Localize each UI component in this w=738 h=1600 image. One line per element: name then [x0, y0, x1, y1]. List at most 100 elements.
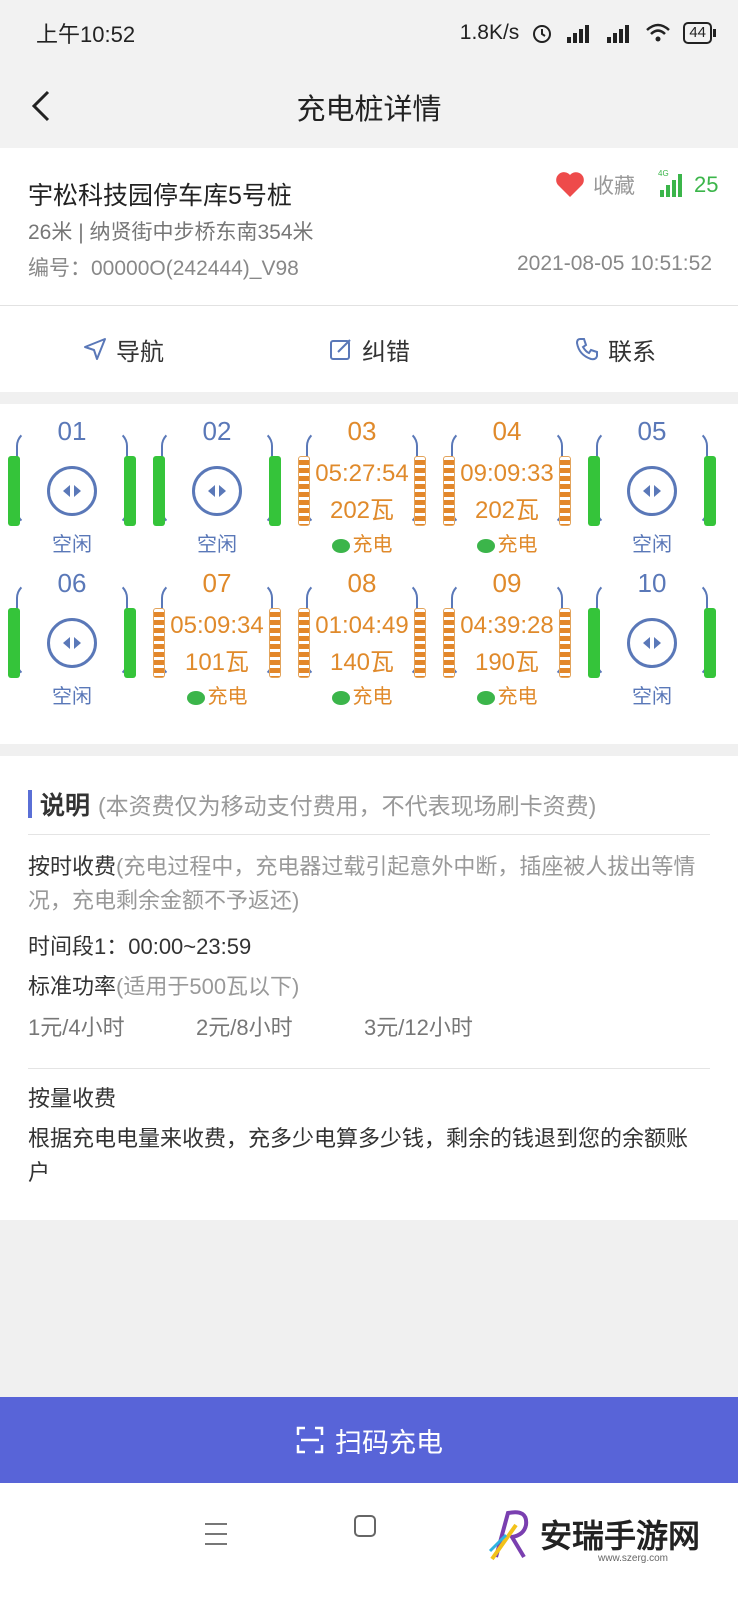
station-signal: 4G 25: [658, 168, 718, 198]
pile-03[interactable]: 03 05:27:54 202瓦 充电: [292, 404, 432, 556]
pile-06[interactable]: 06 空闲: [2, 556, 142, 708]
charging-piles-grid: 01 空闲 02 空闲 03 05:27:54 202瓦 充电 04 09:09…: [0, 404, 738, 744]
pile-number: 04: [492, 416, 522, 446]
pile-status: 空闲: [632, 686, 672, 708]
energy-billing-title: 按量收费: [28, 1086, 117, 1111]
pile-number: 03: [347, 416, 377, 446]
socket-icon: [47, 618, 97, 668]
pile-indicator-right: [124, 456, 136, 526]
pile-status: 空闲: [52, 686, 92, 708]
pile-charge-time: 09:09:33: [460, 460, 554, 487]
pile-power: 101瓦: [184, 649, 250, 676]
contact-label: 联系: [608, 338, 656, 366]
pile-number: 08: [347, 568, 377, 598]
watermark-logo-icon: [488, 1510, 529, 1561]
station-datetime: 2021-08-05 10:51:52: [517, 252, 712, 275]
pile-04[interactable]: 04 09:09:33 202瓦 充电: [437, 404, 577, 556]
price-list: 1元/4小时 2元/8小时 3元/12小时: [28, 1010, 532, 1042]
socket-icon: [47, 466, 97, 516]
pile-status: 充电: [352, 534, 393, 556]
pile-charge-time: 01:04:49: [315, 612, 409, 639]
pile-status: 空闲: [52, 534, 92, 556]
pile-power: 140瓦: [329, 649, 395, 676]
standard-power-note: (适用于500瓦以下): [116, 974, 300, 999]
system-navigation-bar: 安瑞手游网 www.szerg.com: [0, 1483, 738, 1600]
pile-indicator-right: [269, 456, 281, 526]
pile-charge-time: 04:39:28: [460, 612, 554, 639]
navigation-arrow-icon: [84, 338, 106, 360]
pile-indicator-left: [153, 456, 165, 526]
wechat-icon: [476, 690, 495, 705]
price-item: 2元/8小时: [196, 1015, 293, 1040]
pile-indicator-left: [8, 456, 20, 526]
price-item: 1元/4小时: [28, 1015, 125, 1040]
description-title: 说明: [40, 792, 91, 820]
time-period: 时间段1：00:00~23:59: [28, 934, 252, 959]
favorite-label: 收藏: [593, 175, 635, 198]
description-header: 说明 (本资费仅为移动支付费用，不代表现场刷卡资费): [28, 786, 596, 822]
scan-charge-button[interactable]: 扫码充电: [0, 1397, 738, 1483]
price-item: 3元/12小时: [364, 1015, 473, 1040]
pile-number: 09: [492, 568, 522, 598]
watermark: 安瑞手游网 www.szerg.com: [488, 1505, 701, 1564]
pile-05[interactable]: 05 空闲: [582, 404, 722, 556]
svg-text:4G: 4G: [658, 169, 669, 178]
home-square-icon[interactable]: [354, 1515, 376, 1537]
pile-number: 05: [637, 416, 667, 446]
pricing-description: 说明 (本资费仅为移动支付费用，不代表现场刷卡资费) 按时收费(充电过程中，充电…: [0, 756, 738, 1220]
top-nav-bar: 充电桩详情: [0, 66, 738, 148]
cell-signal-icon-2: [607, 25, 630, 43]
standard-power-title: 标准功率: [28, 974, 117, 999]
pile-status-wrap: 充电: [437, 680, 577, 709]
pile-indicator-right: [124, 608, 136, 678]
wechat-icon: [331, 538, 350, 553]
wifi-icon: [646, 23, 671, 42]
pile-status: 充电: [497, 686, 538, 708]
pile-indicator-right: [704, 608, 716, 678]
wechat-icon: [186, 690, 205, 705]
navigate-label: 导航: [116, 338, 164, 366]
pile-10[interactable]: 10 空闲: [582, 556, 722, 708]
pile-number: 10: [637, 568, 667, 598]
pile-status: 充电: [207, 686, 248, 708]
pile-07[interactable]: 07 05:09:34 101瓦 充电: [147, 556, 287, 708]
watermark-url: www.szerg.com: [598, 1553, 669, 1564]
pile-01[interactable]: 01 空闲: [2, 404, 142, 556]
watermark-brand: 安瑞手游网: [540, 1517, 701, 1555]
pile-08[interactable]: 08 01:04:49 140瓦 充电: [292, 556, 432, 708]
timed-billing-note: (充电过程中，充电器过载引起意外中断，插座被人拔出等情况，充电剩余金额不予返还): [28, 854, 696, 913]
station-name: 宇松科技园停车库5号桩: [28, 182, 292, 210]
pile-status-wrap: 充电: [292, 680, 432, 709]
favorite-button[interactable]: 收藏: [555, 170, 635, 200]
back-arrow-icon[interactable]: [24, 88, 60, 124]
pile-status-wrap: 充电: [147, 680, 287, 709]
action-bar: 导航 纠错 联系: [0, 306, 738, 392]
navigate-button[interactable]: 导航: [0, 306, 246, 392]
pile-number: 07: [202, 568, 232, 598]
signal-value: 25: [694, 172, 719, 197]
station-code: 编号：00000O(242444)_V98: [28, 257, 299, 280]
station-address: 26米 | 纳贤街中步桥东南354米: [28, 221, 314, 244]
timed-billing: 按时收费(充电过程中，充电器过载引起意外中断，插座被人拔出等情况，充电剩余金额不…: [28, 850, 708, 918]
pile-indicator-left: [8, 608, 20, 678]
pile-power: 202瓦: [329, 497, 395, 524]
socket-icon: [627, 466, 677, 516]
divider: [28, 834, 710, 835]
pile-09[interactable]: 09 04:39:28 190瓦 充电: [437, 556, 577, 708]
scan-charge-label: 扫码充电: [335, 1427, 443, 1458]
scan-icon: [296, 1426, 324, 1454]
network-speed: 1.8K/s: [459, 21, 520, 44]
status-bar: 上午10:52 1.8K/s 44: [0, 0, 738, 66]
contact-button[interactable]: 联系: [492, 306, 738, 392]
signal-bars-icon: 4G: [658, 169, 682, 197]
correct-error-button[interactable]: 纠错: [246, 306, 492, 392]
edit-icon: [330, 339, 351, 360]
description-note: (本资费仅为移动支付费用，不代表现场刷卡资费): [98, 793, 597, 819]
menu-icon[interactable]: [205, 1523, 227, 1545]
pile-number: 02: [202, 416, 232, 446]
pile-02[interactable]: 02 空闲: [147, 404, 287, 556]
pile-power: 190瓦: [474, 649, 540, 676]
pile-status: 充电: [497, 534, 538, 556]
cell-signal-icon: [567, 25, 590, 43]
pile-status-wrap: 充电: [292, 528, 432, 557]
